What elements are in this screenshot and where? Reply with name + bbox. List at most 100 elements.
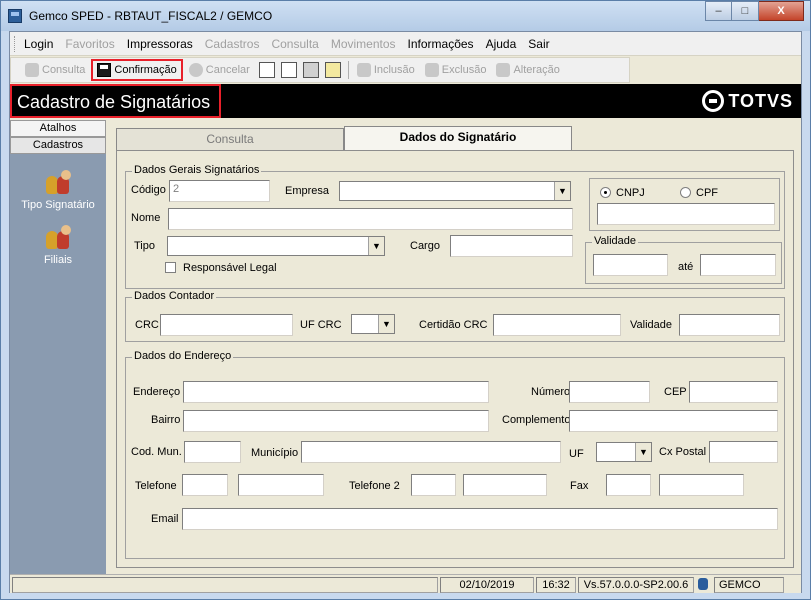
group-dados-gerais-title: Dados Gerais Signatários bbox=[132, 164, 262, 176]
tab-cadastros[interactable]: Cadastros bbox=[10, 137, 106, 154]
municipio-field[interactable] bbox=[301, 441, 561, 463]
cod-mun-field[interactable] bbox=[184, 441, 241, 463]
telefone-field[interactable] bbox=[238, 474, 324, 496]
fax-ddd-field[interactable] bbox=[606, 474, 651, 496]
email-field[interactable] bbox=[182, 508, 778, 530]
uf-crc-select[interactable]: ▼ bbox=[351, 314, 395, 334]
bairro-field[interactable] bbox=[183, 410, 489, 432]
cx-postal-field[interactable] bbox=[709, 441, 778, 463]
menu-movimentos[interactable]: Movimentos bbox=[331, 37, 396, 51]
cep-field[interactable] bbox=[689, 381, 778, 403]
telefone2-ddd-field[interactable] bbox=[411, 474, 456, 496]
toolbar-separator bbox=[347, 61, 349, 79]
certidao-crc-label: Certidão CRC bbox=[419, 319, 488, 331]
responsavel-legal-checkbox[interactable] bbox=[165, 262, 176, 273]
responsavel-legal-label: Responsável Legal bbox=[183, 262, 277, 274]
telefone-ddd-field[interactable] bbox=[182, 474, 228, 496]
close-button[interactable]: X bbox=[759, 1, 804, 21]
telefone2-field[interactable] bbox=[463, 474, 547, 496]
uf-label: UF bbox=[569, 448, 584, 460]
endereco-label: Endereço bbox=[133, 386, 181, 398]
crc-field[interactable] bbox=[160, 314, 293, 336]
tab-consulta[interactable]: Consulta bbox=[116, 128, 344, 150]
chevron-down-icon[interactable]: ▼ bbox=[378, 315, 394, 333]
tab-atalhos[interactable]: Atalhos bbox=[10, 120, 106, 137]
chevron-down-icon[interactable]: ▼ bbox=[368, 237, 384, 255]
export-icon[interactable] bbox=[280, 62, 297, 78]
main-content: Consulta Dados do Signatário Dados Gerai… bbox=[106, 120, 801, 574]
menu-informacoes[interactable]: Informações bbox=[408, 37, 474, 51]
totvs-logo-icon bbox=[702, 90, 725, 112]
numero-label: Número bbox=[531, 386, 571, 398]
inclusao-button[interactable]: Inclusão bbox=[353, 59, 419, 81]
ate-label: até bbox=[678, 261, 694, 273]
tab-dados-signatario[interactable]: Dados do Signatário bbox=[344, 126, 572, 150]
title-bar[interactable]: Gemco SPED - RBTAUT_FISCAL2 / GEMCO – □ … bbox=[1, 1, 810, 31]
cnpj-radio[interactable] bbox=[600, 187, 611, 198]
complemento-field[interactable] bbox=[569, 410, 778, 432]
chevron-down-icon[interactable]: ▼ bbox=[635, 443, 651, 461]
page-header: Cadastro de Signatários TOTVS bbox=[10, 84, 801, 118]
totvs-logo-text: TOTVS bbox=[728, 90, 793, 111]
consulta-button[interactable]: Consulta bbox=[21, 59, 89, 81]
numero-field[interactable] bbox=[569, 381, 650, 403]
alteracao-button[interactable]: Alteração bbox=[492, 59, 563, 81]
certidao-crc-field[interactable] bbox=[493, 314, 621, 336]
form-tabs: Consulta Dados do Signatário bbox=[116, 126, 576, 150]
status-spacer bbox=[12, 577, 438, 593]
fax-field[interactable] bbox=[659, 474, 744, 496]
complemento-label: Complemento bbox=[502, 414, 571, 426]
cpf-radio[interactable] bbox=[680, 187, 691, 198]
delete-icon bbox=[424, 63, 439, 77]
minimize-button[interactable]: – bbox=[705, 1, 732, 21]
tipo-select[interactable]: ▼ bbox=[167, 236, 385, 256]
shortcut-tipo-signatario[interactable]: Tipo Signatário bbox=[10, 170, 106, 211]
new-document-icon[interactable] bbox=[258, 62, 275, 78]
window-controls: – □ X bbox=[705, 1, 804, 21]
menu-ajuda[interactable]: Ajuda bbox=[486, 37, 517, 51]
uf-select[interactable]: ▼ bbox=[596, 442, 652, 462]
bairro-label: Bairro bbox=[151, 414, 181, 426]
exclusao-label: Exclusão bbox=[441, 64, 487, 76]
confirmacao-button[interactable]: Confirmação bbox=[91, 59, 183, 81]
shortcut-tipo-signatario-label: Tipo Signatário bbox=[21, 199, 95, 211]
chevron-down-icon[interactable]: ▼ bbox=[554, 182, 570, 200]
user-icon bbox=[695, 577, 711, 592]
validade-crc-field[interactable] bbox=[679, 314, 780, 336]
consulta-label: Consulta bbox=[42, 64, 86, 76]
exclusao-button[interactable]: Exclusão bbox=[421, 59, 491, 81]
printer-icon[interactable] bbox=[302, 62, 319, 78]
maximize-button[interactable]: □ bbox=[732, 1, 759, 21]
empresa-select[interactable]: ▼ bbox=[339, 181, 571, 201]
menu-cadastros[interactable]: Cadastros bbox=[205, 37, 260, 51]
menu-favoritos[interactable]: Favoritos bbox=[65, 37, 114, 51]
nome-field[interactable] bbox=[168, 208, 573, 230]
codigo-field[interactable]: 2 bbox=[169, 180, 270, 202]
edit-icon[interactable] bbox=[324, 62, 341, 78]
validade-inicio-field[interactable] bbox=[593, 254, 668, 276]
menu-consulta[interactable]: Consulta bbox=[271, 37, 318, 51]
endereco-field[interactable] bbox=[183, 381, 489, 403]
page-title: Cadastro de Signatários bbox=[17, 92, 211, 112]
page-title-highlight: Cadastro de Signatários bbox=[10, 84, 221, 118]
window-title: Gemco SPED - RBTAUT_FISCAL2 / GEMCO bbox=[29, 9, 273, 23]
cancelar-button[interactable]: Cancelar bbox=[185, 59, 254, 81]
menu-sair[interactable]: Sair bbox=[528, 37, 549, 51]
cep-label: CEP bbox=[664, 386, 687, 398]
cod-mun-label: Cod. Mun. bbox=[131, 446, 182, 458]
codigo-label: Código bbox=[131, 184, 166, 196]
documento-field[interactable] bbox=[597, 203, 775, 225]
cnpj-label: CNPJ bbox=[616, 187, 645, 199]
app-icon bbox=[8, 9, 22, 23]
confirmacao-label: Confirmação bbox=[114, 64, 177, 76]
left-panel: Atalhos Cadastros Tipo Signatário Filiai… bbox=[10, 120, 106, 574]
group-validade-title: Validade bbox=[592, 235, 638, 247]
menu-impressoras[interactable]: Impressoras bbox=[127, 37, 193, 51]
validade-fim-field[interactable] bbox=[700, 254, 776, 276]
cancelar-label: Cancelar bbox=[205, 64, 250, 76]
menu-login[interactable]: Login bbox=[24, 37, 53, 51]
add-icon bbox=[356, 63, 371, 77]
shortcut-filiais[interactable]: Filiais bbox=[10, 225, 106, 266]
cargo-field[interactable] bbox=[450, 235, 573, 257]
crc-label: CRC bbox=[135, 319, 159, 331]
